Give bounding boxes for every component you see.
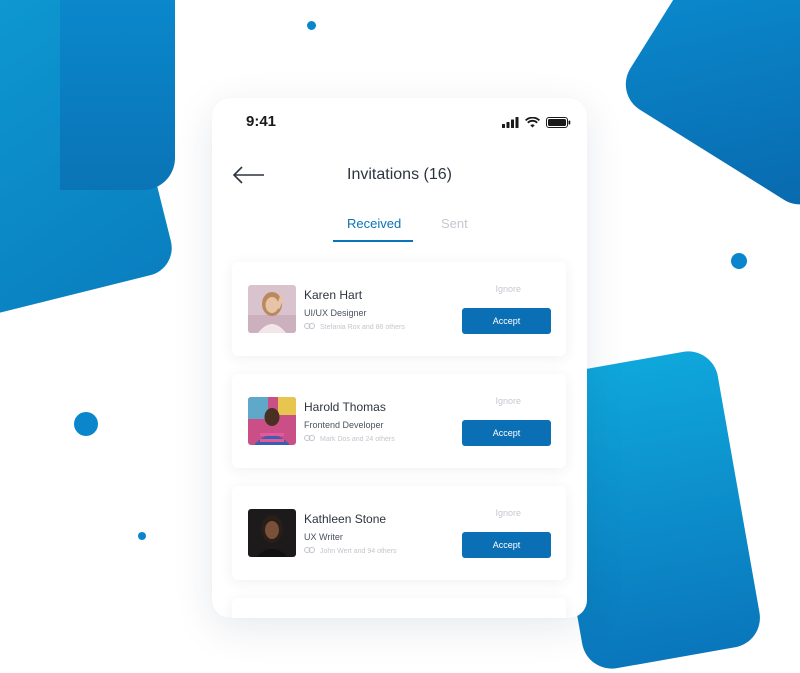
active-tab-indicator <box>333 240 413 242</box>
phone-screen: 9:41 Invitations (16) Received Sent Kare… <box>212 98 587 618</box>
link-icon <box>304 547 315 555</box>
decorative-dot <box>74 412 98 436</box>
tab-bar: Received Sent <box>212 216 587 244</box>
mutual-connections: Stefania Rox and 86 others <box>304 323 405 331</box>
signal-icon <box>502 115 519 133</box>
invitation-card: Kathleen Stone UX Writer John Wert and 9… <box>232 486 566 580</box>
invitee-name: Karen Hart <box>304 288 363 302</box>
decorative-dot <box>307 21 316 30</box>
avatar <box>248 509 296 557</box>
background-shape-left-top <box>60 0 175 190</box>
avatar <box>248 397 296 445</box>
battery-icon <box>546 115 571 133</box>
link-icon <box>304 323 315 331</box>
status-icons <box>502 115 571 133</box>
invitee-name: Harold Thomas <box>304 400 386 414</box>
decorative-dot <box>731 253 747 269</box>
invitation-card: Harold Thomas Frontend Developer Mark Do… <box>232 374 566 468</box>
tab-received[interactable]: Received <box>347 216 401 231</box>
link-icon <box>304 435 315 443</box>
ignore-button[interactable]: Ignore <box>495 396 521 406</box>
accept-button[interactable]: Accept <box>462 308 551 334</box>
invitee-name: Kathleen Stone <box>304 512 387 526</box>
header: Invitations (16) <box>212 162 587 188</box>
mutual-text: Mark Dos and 24 others <box>320 435 395 443</box>
accept-button[interactable]: Accept <box>462 532 551 558</box>
mutual-text: Stefania Rox and 86 others <box>320 323 405 331</box>
mutual-text: John Wert and 94 others <box>320 547 397 555</box>
invitation-card <box>232 598 566 618</box>
wifi-icon <box>524 115 541 133</box>
decorative-dot <box>138 532 146 540</box>
ignore-button[interactable]: Ignore <box>495 508 521 518</box>
accept-button[interactable]: Accept <box>462 420 551 446</box>
status-time: 9:41 <box>246 113 277 130</box>
ignore-button[interactable]: Ignore <box>495 284 521 294</box>
mutual-connections: Mark Dos and 24 others <box>304 435 395 443</box>
invitee-role: UX Writer <box>304 532 343 542</box>
background-shape-right-top <box>614 0 800 216</box>
status-bar: 9:41 <box>212 112 587 132</box>
tab-sent[interactable]: Sent <box>441 216 468 231</box>
invitee-role: UI/UX Designer <box>304 308 367 318</box>
avatar <box>248 285 296 333</box>
mutual-connections: John Wert and 94 others <box>304 547 397 555</box>
invitation-card: Karen Hart UI/UX Designer Stefania Rox a… <box>232 262 566 356</box>
page-title: Invitations (16) <box>347 166 452 183</box>
invitee-role: Frontend Developer <box>304 420 384 430</box>
